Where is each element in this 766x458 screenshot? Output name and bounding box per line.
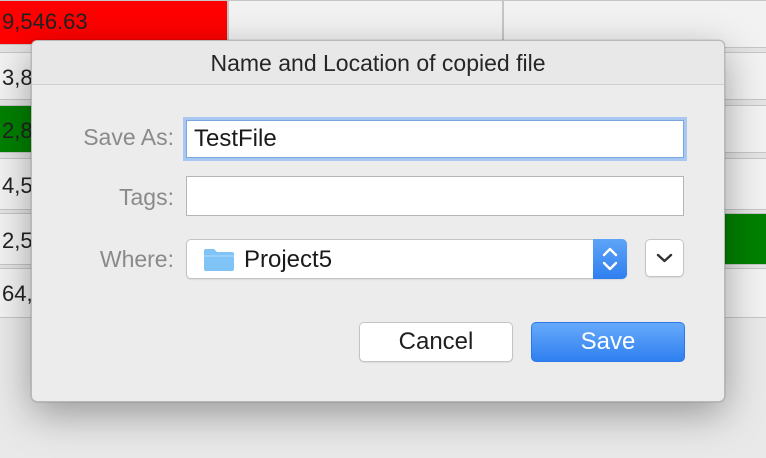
save-dialog: Name and Location of copied file Save As… xyxy=(31,40,725,402)
cell-value: 9,546.63 xyxy=(2,9,88,34)
cell-value: 4,5 xyxy=(2,173,33,198)
table-cell[interactable] xyxy=(228,0,503,45)
table-cell[interactable] xyxy=(724,213,766,265)
save-button[interactable]: Save xyxy=(531,322,685,362)
save-as-label: Save As: xyxy=(83,124,174,150)
updown-chevron-icon xyxy=(602,247,618,271)
dialog-title: Name and Location of copied file xyxy=(32,41,724,85)
cell-value: 3,8 xyxy=(2,65,33,90)
table-cell[interactable] xyxy=(724,52,766,100)
cell-value: 2,5 xyxy=(2,228,33,253)
table-cell[interactable] xyxy=(724,105,766,153)
expand-dialog-button[interactable] xyxy=(645,239,684,277)
table-cell[interactable] xyxy=(724,268,766,318)
tags-field[interactable] xyxy=(186,176,684,216)
where-value: Project5 xyxy=(244,246,333,273)
table-cell[interactable] xyxy=(724,158,766,210)
tags-input[interactable] xyxy=(187,177,683,215)
tags-label: Tags: xyxy=(119,184,174,210)
where-label: Where: xyxy=(99,246,174,272)
cell-value: 2,8 xyxy=(2,118,33,143)
cell-value: 64, xyxy=(2,281,33,306)
save-as-field[interactable] xyxy=(186,120,684,158)
chevron-down-icon xyxy=(656,253,673,263)
cancel-button[interactable]: Cancel xyxy=(359,322,513,362)
popup-stepper-icon[interactable] xyxy=(593,239,627,279)
folder-icon xyxy=(204,249,234,271)
where-popup[interactable]: Project5 xyxy=(186,239,627,279)
save-as-input[interactable] xyxy=(187,121,683,157)
table-cell[interactable]: 9,546.63 xyxy=(0,0,228,45)
